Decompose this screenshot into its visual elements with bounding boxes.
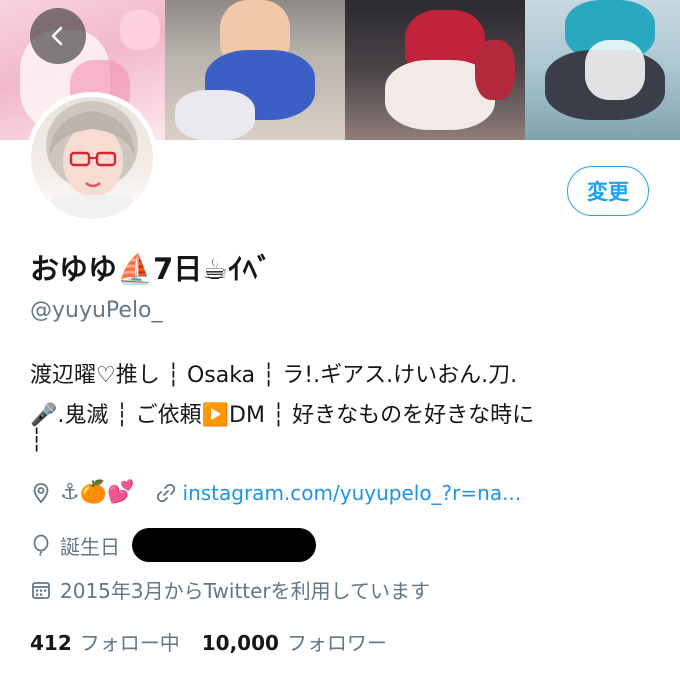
banner-photo-3 [345,0,525,140]
bio-line-2: 🎤.鬼滅 ┆ ご依頼▶️DM ┆ 好きなものを好きな時に [30,403,535,428]
avatar[interactable] [26,92,158,224]
website-link[interactable]: instagram.com/yuyupelo_?r=na... [183,481,522,505]
followers-count[interactable]: 10,000 [202,631,279,655]
following-label[interactable]: フォロー中 [80,627,180,656]
birthday-redacted [132,528,316,562]
banner-photo-4 [525,0,680,140]
banner-photo-2 [165,0,345,140]
back-button[interactable] [30,8,86,64]
birthday-label: 誕生日 [60,534,120,559]
followers-label[interactable]: フォロワー [287,627,387,656]
edit-profile-button[interactable]: 変更 [567,166,649,216]
joined-date: 2015年3月からTwitterを利用しています [60,579,431,603]
profile-meta-birthday: 誕生日 [30,528,316,562]
link-icon [155,482,177,504]
location-pin-icon [30,482,52,504]
display-name: おゆゆ⛵7日☕ｲﾍﾞ [30,252,272,286]
balloon-icon [30,534,52,556]
following-count[interactable]: 412 [30,631,72,655]
bio-line-1: 渡辺曜♡推し ┆ Osaka ┆ ラ!.ギアス.けいおん.刀. [30,363,518,388]
chevron-left-icon [47,25,69,47]
profile-meta-joined: 2015年3月からTwitterを利用しています [30,575,430,604]
follow-stats: 412 フォロー中 10,000 フォロワー [30,627,409,656]
username-handle: @yuyuPelo_ [30,298,163,323]
calendar-icon [30,579,52,601]
bio-line-3: ┆ [30,428,44,453]
location-text: ⚓🍊💕 [60,480,135,505]
profile-meta-location-website: ⚓🍊💕 instagram.com/yuyupelo_?r=na... [30,480,521,505]
avatar-image [31,97,153,219]
